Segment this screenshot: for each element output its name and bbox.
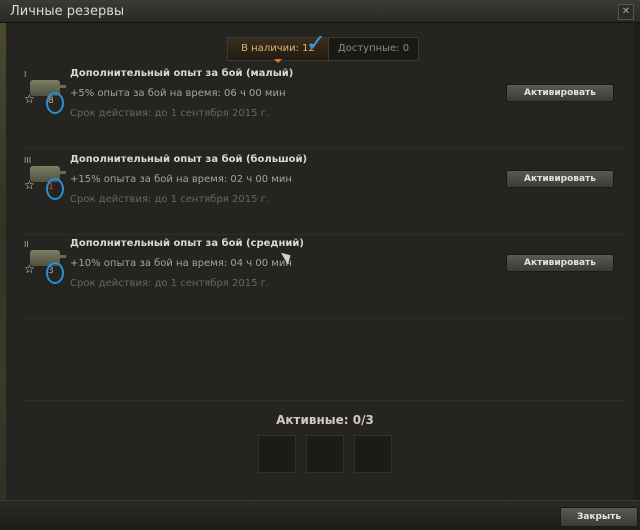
reserve-row: I ☆ 8 Дополнительный опыт за бой (малый)…	[22, 66, 628, 149]
active-reserves-label: Активные: 0/3	[276, 413, 374, 427]
tier-label: II	[24, 240, 29, 249]
reserve-icon: II ☆ 3	[24, 240, 66, 284]
active-tab-indicator	[274, 59, 282, 63]
tab-available-label: Доступные: 0	[337, 43, 410, 54]
reserve-description: +5% опыта за бой на время: 06 ч 00 мин	[70, 88, 286, 99]
reserve-name: Дополнительный опыт за бой (малый)	[70, 68, 294, 79]
star-icon: ☆	[24, 178, 35, 192]
activate-button[interactable]: Активировать	[506, 84, 614, 102]
tier-label: I	[24, 70, 27, 79]
count-annotation-circle	[46, 92, 64, 114]
window-title: Личные резервы	[10, 4, 125, 19]
active-reserves-area: Активные: 0/3	[22, 400, 628, 481]
reserve-description: +15% опыта за бой на время: 02 ч 00 мин	[70, 174, 292, 185]
reserve-name: Дополнительный опыт за бой (большой)	[70, 154, 308, 165]
close-icon[interactable]: ✕	[618, 4, 634, 20]
count-annotation-circle	[46, 178, 64, 200]
star-icon: ☆	[24, 262, 35, 276]
reserve-row: II ☆ 3 Дополнительный опыт за бой (средн…	[22, 236, 628, 319]
star-icon: ☆	[24, 92, 35, 106]
activate-button[interactable]: Активировать	[506, 170, 614, 188]
reserve-name: Дополнительный опыт за бой (средний)	[70, 238, 304, 249]
reserve-expiry: Срок действия: до 1 сентября 2015 г.	[70, 108, 270, 119]
reserve-row: III ☆ 1 Дополнительный опыт за бой (боль…	[22, 152, 628, 235]
footer-bar: Закрыть	[0, 500, 640, 530]
tab-available[interactable]: Доступные: 0	[329, 38, 418, 60]
tier-label: III	[24, 156, 32, 165]
active-slot[interactable]	[258, 435, 296, 473]
reserve-description: +10% опыта за бой на время: 04 ч 00 мин	[70, 258, 292, 269]
count-annotation-circle	[46, 262, 64, 284]
checkmark-annotation: ✓	[306, 29, 327, 57]
window-titlebar: Личные резервы ✕	[0, 0, 640, 23]
reserve-icon: I ☆ 8	[24, 70, 66, 114]
reserve-icon: III ☆ 1	[24, 156, 66, 200]
reserve-expiry: Срок действия: до 1 сентября 2015 г.	[70, 278, 270, 289]
close-button[interactable]: Закрыть	[560, 507, 638, 527]
reserve-expiry: Срок действия: до 1 сентября 2015 г.	[70, 194, 270, 205]
active-slot[interactable]	[354, 435, 392, 473]
activate-button[interactable]: Активировать	[506, 254, 614, 272]
active-slot[interactable]	[306, 435, 344, 473]
tab-in-stock-label: В наличии: 12	[241, 43, 315, 54]
